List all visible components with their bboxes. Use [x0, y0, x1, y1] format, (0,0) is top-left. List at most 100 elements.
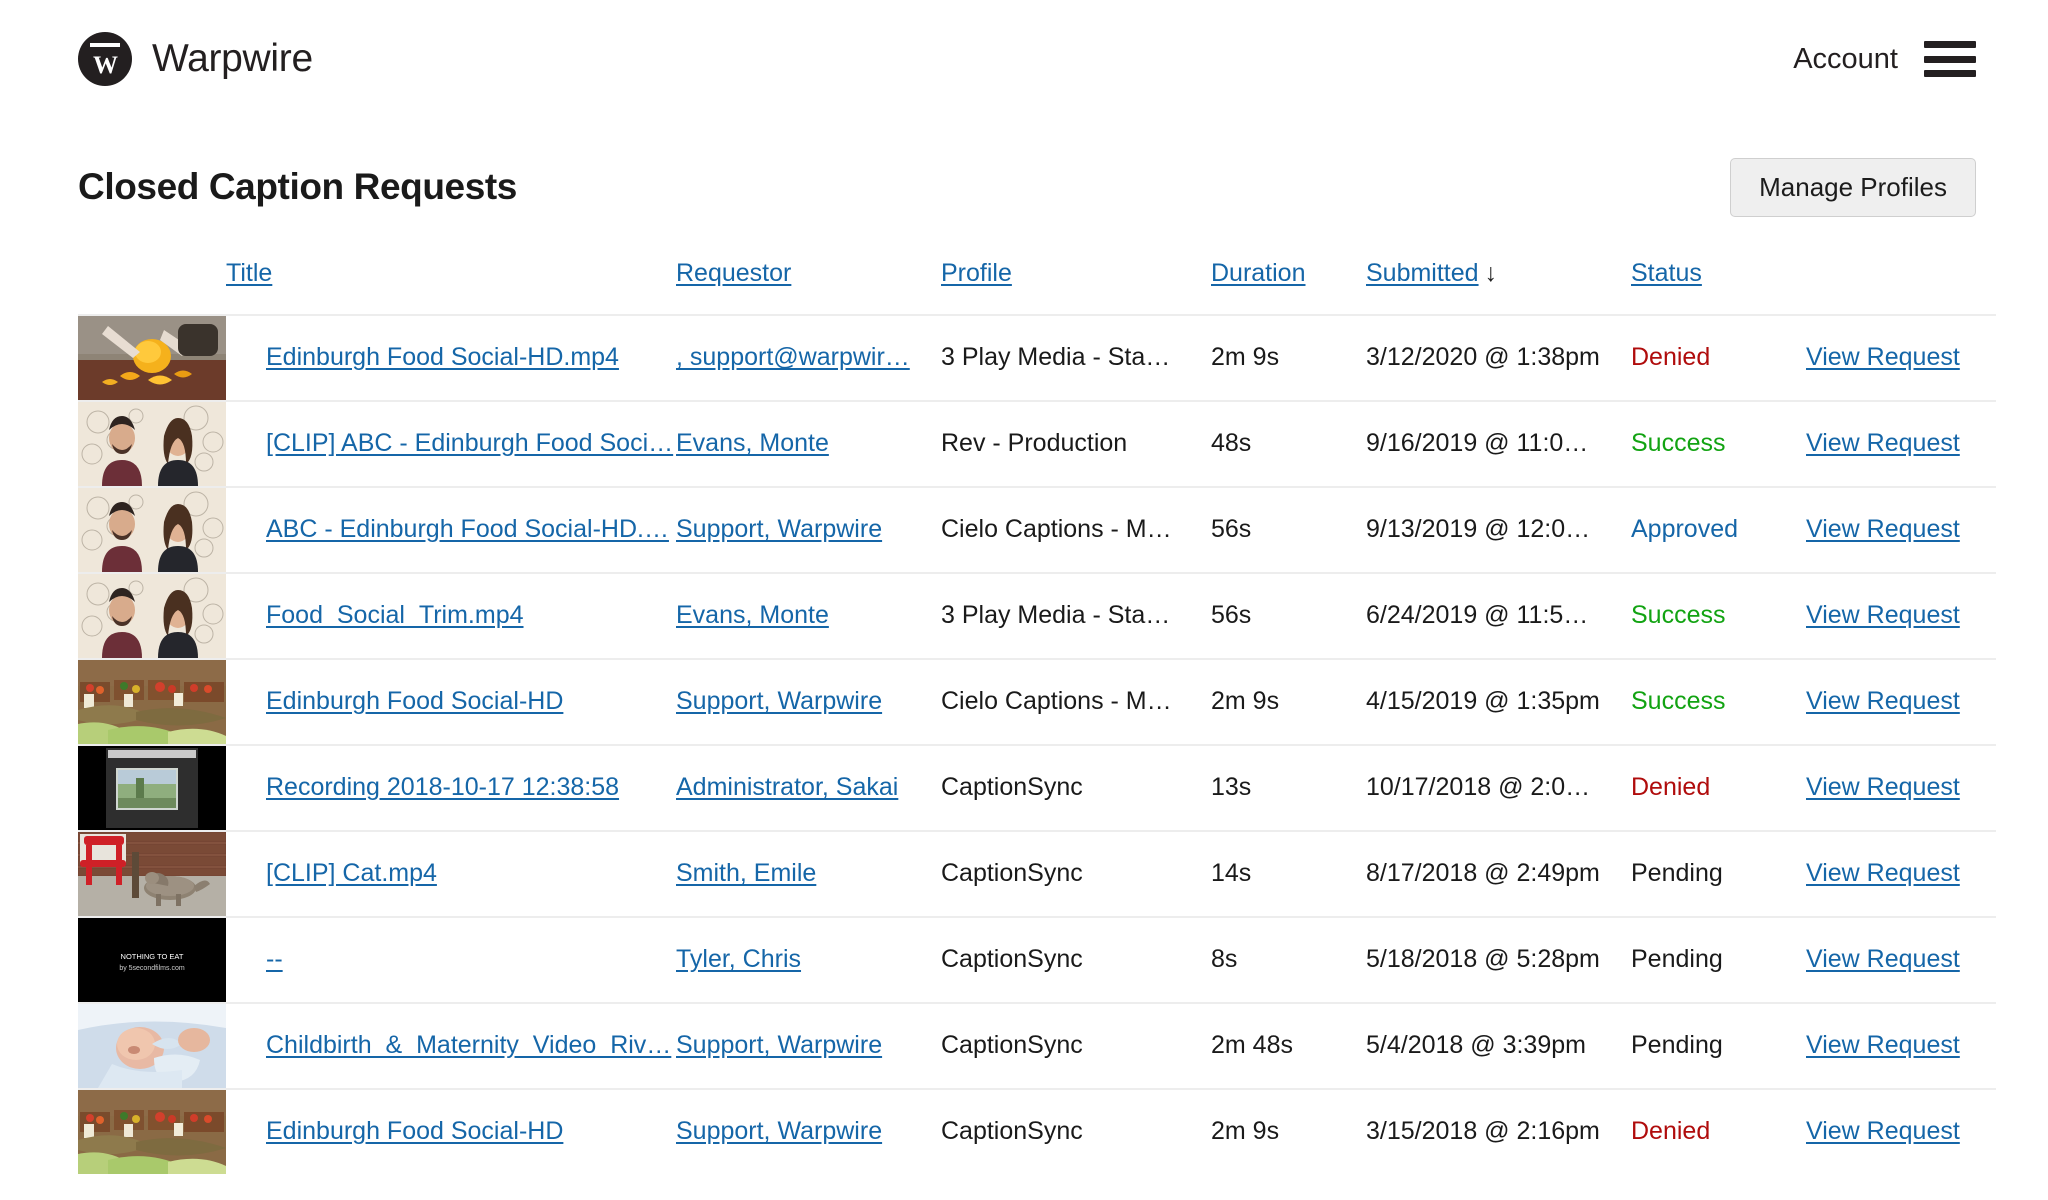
row-thumbnail-cell[interactable]: [78, 315, 226, 401]
account-button[interactable]: Account: [1793, 43, 1898, 76]
view-request-link[interactable]: View Request: [1806, 1031, 1960, 1059]
row-title-link[interactable]: Childbirth_&_Maternity_Video_Riv…: [266, 1031, 671, 1059]
row-requestor-link[interactable]: Support, Warpwire: [676, 687, 882, 715]
row-requestor-link[interactable]: Smith, Emile: [676, 859, 816, 887]
row-title-cell[interactable]: [CLIP] ABC - Edinburgh Food Soci…: [226, 401, 676, 487]
closed-caption-requests-table: Title Requestor Profile Duration Submitt…: [78, 259, 1996, 1174]
view-request-link[interactable]: View Request: [1806, 343, 1960, 371]
table-row: Recording 2018-10-17 12:38:58 Administrat…: [78, 744, 1996, 831]
row-duration-cell: 14s: [1211, 859, 1252, 888]
table-row: Edinburgh Food Social-HD Support, Warpwir…: [78, 1088, 1996, 1174]
view-request-link[interactable]: View Request: [1806, 859, 1960, 887]
row-title-link[interactable]: --: [266, 945, 283, 973]
row-title-link[interactable]: Edinburgh Food Social-HD.mp4: [266, 343, 619, 371]
row-profile-cell: CaptionSync: [941, 773, 1083, 802]
row-requestor-cell[interactable]: Support, Warpwire: [676, 1003, 941, 1089]
row-title-cell[interactable]: Edinburgh Food Social-HD.mp4: [226, 315, 676, 401]
row-thumbnail-cell[interactable]: [78, 573, 226, 659]
row-title-cell[interactable]: Edinburgh Food Social-HD: [226, 1089, 676, 1174]
squash-cutting-board-thumbnail[interactable]: [78, 315, 226, 400]
row-action-cell[interactable]: View Request: [1806, 831, 1996, 917]
row-submitted-cell: 5/4/2018 @ 3:39pm: [1366, 1031, 1586, 1060]
view-request-link[interactable]: View Request: [1806, 515, 1960, 543]
row-action-cell[interactable]: View Request: [1806, 315, 1996, 401]
row-title-link[interactable]: Edinburgh Food Social-HD: [266, 1117, 563, 1145]
row-action-cell[interactable]: View Request: [1806, 917, 1996, 1003]
row-action-cell[interactable]: View Request: [1806, 401, 1996, 487]
row-title-link[interactable]: [CLIP] ABC - Edinburgh Food Soci…: [266, 429, 673, 457]
row-thumbnail-cell[interactable]: [78, 1089, 226, 1174]
row-requestor-cell[interactable]: Evans, Monte: [676, 573, 941, 659]
brand-logo[interactable]: W Warpwire: [78, 32, 313, 86]
row-requestor-link[interactable]: Administrator, Sakai: [676, 773, 898, 801]
row-requestor-cell[interactable]: Support, Warpwire: [676, 659, 941, 745]
row-thumbnail-cell[interactable]: [78, 1003, 226, 1089]
view-request-link[interactable]: View Request: [1806, 601, 1960, 629]
row-action-cell[interactable]: View Request: [1806, 573, 1996, 659]
row-title-cell[interactable]: [CLIP] Cat.mp4: [226, 831, 676, 917]
row-title-link[interactable]: Edinburgh Food Social-HD: [266, 687, 563, 715]
row-submitted-cell: 9/13/2019 @ 12:0…: [1366, 515, 1591, 544]
row-title-cell[interactable]: --: [226, 917, 676, 1003]
row-title-link[interactable]: Recording 2018-10-17 12:38:58: [266, 773, 619, 801]
row-status-cell: Denied: [1631, 1089, 1806, 1174]
market-produce-stall-thumbnail[interactable]: [78, 1089, 226, 1174]
row-action-cell[interactable]: View Request: [1806, 659, 1996, 745]
row-requestor-link[interactable]: Support, Warpwire: [676, 1031, 882, 1059]
row-title-cell[interactable]: Recording 2018-10-17 12:38:58: [226, 745, 676, 831]
two-people-interview-thumbnail[interactable]: [78, 487, 226, 572]
view-request-link[interactable]: View Request: [1806, 687, 1960, 715]
view-request-link[interactable]: View Request: [1806, 1117, 1960, 1145]
row-thumbnail-cell[interactable]: NOTHING TO EAT by 5secondfilms.com: [78, 917, 226, 1003]
row-requestor-cell[interactable]: Tyler, Chris: [676, 917, 941, 1003]
row-requestor-link[interactable]: Evans, Monte: [676, 429, 829, 457]
row-requestor-link[interactable]: , support@warpwir…: [676, 343, 910, 371]
row-requestor-cell[interactable]: Support, Warpwire: [676, 487, 941, 573]
view-request-link[interactable]: View Request: [1806, 429, 1960, 457]
cat-red-chair-thumbnail[interactable]: [78, 831, 226, 916]
column-header-status[interactable]: Status: [1631, 259, 1806, 315]
nothing-to-eat-titlecard-thumbnail[interactable]: NOTHING TO EAT by 5secondfilms.com: [78, 917, 226, 1002]
row-thumbnail-cell[interactable]: [78, 745, 226, 831]
row-requestor-cell[interactable]: Administrator, Sakai: [676, 745, 941, 831]
row-thumbnail-cell[interactable]: [78, 487, 226, 573]
row-title-cell[interactable]: Edinburgh Food Social-HD: [226, 659, 676, 745]
row-requestor-link[interactable]: Support, Warpwire: [676, 515, 882, 543]
row-requestor-link[interactable]: Support, Warpwire: [676, 1117, 882, 1145]
row-title-cell[interactable]: ABC - Edinburgh Food Social-HD.…: [226, 487, 676, 573]
view-request-link[interactable]: View Request: [1806, 945, 1960, 973]
row-action-cell[interactable]: View Request: [1806, 1089, 1996, 1174]
column-header-profile[interactable]: Profile: [941, 259, 1211, 315]
row-thumbnail-cell[interactable]: [78, 401, 226, 487]
row-requestor-link[interactable]: Tyler, Chris: [676, 945, 801, 973]
row-requestor-cell[interactable]: Evans, Monte: [676, 401, 941, 487]
view-request-link[interactable]: View Request: [1806, 773, 1960, 801]
screen-recording-thumbnail[interactable]: [78, 745, 226, 830]
row-requestor-link[interactable]: Evans, Monte: [676, 601, 829, 629]
manage-profiles-button[interactable]: Manage Profiles: [1730, 158, 1976, 217]
row-requestor-cell[interactable]: Support, Warpwire: [676, 1089, 941, 1174]
status-badge: Pending: [1631, 945, 1723, 974]
row-title-cell[interactable]: Food_Social_Trim.mp4: [226, 573, 676, 659]
two-people-interview-thumbnail[interactable]: [78, 401, 226, 486]
row-thumbnail-cell[interactable]: [78, 831, 226, 917]
row-requestor-cell[interactable]: Smith, Emile: [676, 831, 941, 917]
two-people-interview-thumbnail[interactable]: [78, 573, 226, 658]
market-produce-stall-thumbnail[interactable]: [78, 659, 226, 744]
row-action-cell[interactable]: View Request: [1806, 745, 1996, 831]
column-header-submitted[interactable]: Submitted ↓: [1366, 259, 1631, 315]
row-action-cell[interactable]: View Request: [1806, 487, 1996, 573]
hamburger-menu-icon[interactable]: [1924, 41, 1976, 77]
column-header-duration[interactable]: Duration: [1211, 259, 1366, 315]
row-thumbnail-cell[interactable]: [78, 659, 226, 745]
row-title-link[interactable]: [CLIP] Cat.mp4: [266, 859, 437, 887]
row-title-link[interactable]: Food_Social_Trim.mp4: [266, 601, 524, 629]
column-header-requestor[interactable]: Requestor: [676, 259, 941, 315]
row-title-cell[interactable]: Childbirth_&_Maternity_Video_Riv…: [226, 1003, 676, 1089]
row-requestor-cell[interactable]: , support@warpwir…: [676, 315, 941, 401]
row-status-cell: Approved: [1631, 487, 1806, 573]
row-action-cell[interactable]: View Request: [1806, 1003, 1996, 1089]
newborn-baby-thumbnail[interactable]: [78, 1003, 226, 1088]
row-title-link[interactable]: ABC - Edinburgh Food Social-HD.…: [266, 515, 669, 543]
column-header-title[interactable]: Title: [226, 259, 676, 315]
